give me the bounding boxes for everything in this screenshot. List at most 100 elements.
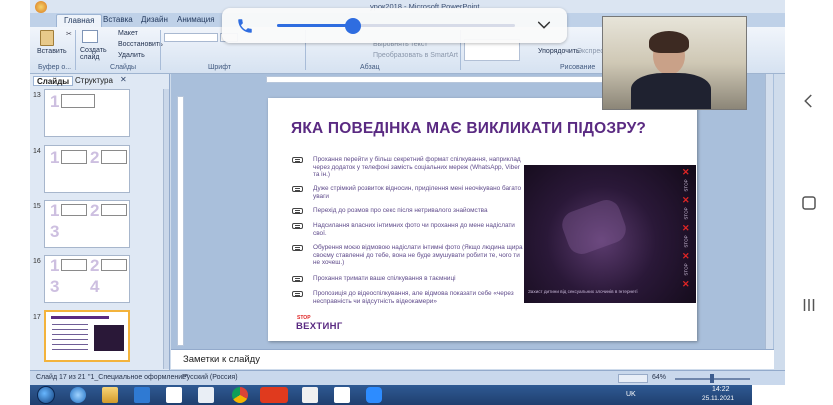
bullet-text: Надсилання власних інтимних фото чи прох… bbox=[313, 222, 515, 237]
slide-counter: Слайд 17 из 21 bbox=[36, 374, 86, 381]
pane-scrollbar[interactable] bbox=[163, 89, 169, 369]
thumb-textbox bbox=[101, 150, 127, 164]
theme-name: "1_Специальное оформление" bbox=[88, 374, 189, 381]
thumb-digit: 4 bbox=[90, 277, 100, 296]
slide-title[interactable]: ЯКА ПОВЕДІНКА МАЄ ВИКЛИКАТИ ПІДОЗРУ? bbox=[291, 120, 646, 138]
thumb-textbox bbox=[101, 259, 127, 271]
tab-outline[interactable]: Структура bbox=[72, 76, 116, 86]
message-icon bbox=[292, 245, 303, 251]
stop-word: STOP bbox=[683, 207, 689, 220]
tab-design[interactable]: Дизайн bbox=[134, 14, 175, 27]
taskbar-date[interactable]: 25.11.2021 bbox=[702, 395, 734, 402]
thumb-textbox bbox=[61, 150, 87, 164]
new-slide-button[interactable]: Создать слайд bbox=[80, 47, 107, 61]
zoom-level[interactable]: 64% bbox=[652, 374, 666, 381]
word-icon[interactable] bbox=[166, 387, 182, 403]
slide-thumbnail-14[interactable]: 1 2 bbox=[44, 145, 130, 193]
group-paragraph: Абзац bbox=[360, 64, 380, 71]
canvas-scrollbar[interactable] bbox=[765, 74, 773, 349]
slide-number: 13 bbox=[33, 92, 41, 99]
document-icon[interactable] bbox=[198, 387, 214, 403]
delete-button[interactable]: Удалить bbox=[118, 52, 145, 59]
thumb-text-lines bbox=[52, 324, 88, 352]
keyboard-language[interactable]: UK bbox=[626, 391, 636, 398]
zoom-app-icon[interactable] bbox=[366, 387, 382, 403]
message-icon bbox=[292, 157, 303, 163]
thumb-textbox bbox=[61, 259, 87, 271]
message-icon bbox=[292, 223, 303, 229]
reset-button[interactable]: Восстановить bbox=[118, 41, 163, 48]
thumb-textbox bbox=[61, 94, 95, 108]
slide-number: 15 bbox=[33, 203, 41, 210]
start-button[interactable] bbox=[37, 386, 55, 404]
x-mark-icon: ✕ bbox=[682, 251, 690, 261]
hand-phone-shape bbox=[558, 196, 630, 258]
slide-number: 14 bbox=[33, 148, 41, 155]
person-body bbox=[631, 73, 711, 109]
vertical-ruler bbox=[177, 96, 184, 346]
group-separator bbox=[75, 30, 76, 70]
back-icon[interactable] bbox=[800, 92, 818, 110]
volume-knob[interactable] bbox=[345, 18, 362, 34]
convert-smartart-button[interactable]: Преобразовать в SmartArt bbox=[373, 52, 458, 59]
chrome-icon[interactable] bbox=[232, 387, 248, 403]
slides-pane: Слайды Структура ✕ 13 1 14 1 2 15 1 3 2 … bbox=[30, 74, 170, 372]
font-name-combo[interactable] bbox=[164, 33, 218, 42]
close-pane-icon[interactable]: ✕ bbox=[120, 75, 127, 84]
slide-thumbnail-15[interactable]: 1 3 2 bbox=[44, 200, 130, 248]
group-font: Шрифт bbox=[208, 64, 232, 71]
call-controls-overlay bbox=[222, 8, 567, 43]
powerpoint-icon[interactable] bbox=[260, 387, 288, 403]
phone-icon[interactable] bbox=[236, 17, 254, 35]
calendar-icon[interactable] bbox=[334, 387, 350, 403]
status-bar: Слайд 17 из 21 "1_Специальное оформление… bbox=[30, 370, 785, 385]
recents-icon[interactable] bbox=[800, 296, 818, 314]
language-indicator[interactable]: Русский (Россия) bbox=[182, 374, 238, 381]
taskbar-time[interactable]: 14:22 bbox=[712, 386, 730, 393]
windows-taskbar: UK 14:22 25.11.2021 bbox=[30, 385, 752, 405]
slide-number: 17 bbox=[33, 314, 41, 321]
chevron-down-icon[interactable] bbox=[536, 17, 552, 33]
tab-slides[interactable]: Слайды bbox=[33, 76, 74, 86]
slide-photo[interactable]: ✕ ✕ ✕ ✕ ✕ STOP STOP STOP STOP Захист дит… bbox=[524, 165, 696, 303]
slide-number: 16 bbox=[33, 258, 41, 265]
media-icon[interactable] bbox=[134, 387, 150, 403]
message-icon bbox=[292, 208, 303, 214]
office-button-icon[interactable] bbox=[35, 1, 47, 13]
home-icon[interactable] bbox=[800, 194, 818, 212]
thumb-digit: 3 bbox=[50, 277, 60, 296]
bullet-text: Перехід до розмов про секс після нетрива… bbox=[313, 207, 488, 214]
arrange-button[interactable]: Упорядочить bbox=[538, 48, 580, 55]
notes-placeholder[interactable]: Заметки к слайду bbox=[183, 354, 260, 365]
thumb-digit: 1 bbox=[50, 148, 60, 167]
thumb-digit: 1 bbox=[50, 92, 60, 111]
tab-animation[interactable]: Анимация bbox=[170, 14, 222, 27]
slide-thumbnail-17[interactable] bbox=[44, 310, 130, 362]
group-clipboard: Буфер о... bbox=[38, 64, 72, 71]
explorer-icon[interactable] bbox=[102, 387, 118, 403]
view-buttons[interactable] bbox=[618, 374, 648, 383]
thumb-photo bbox=[94, 325, 124, 351]
app-icon[interactable] bbox=[302, 387, 318, 403]
message-icon bbox=[292, 276, 303, 282]
clipboard-icon bbox=[40, 30, 54, 46]
thumb-textbox bbox=[61, 204, 87, 216]
layout-button[interactable]: Макет bbox=[118, 30, 138, 37]
slide-thumbnail-16[interactable]: 1 3 2 4 bbox=[44, 255, 130, 303]
zoom-slider-thumb[interactable] bbox=[710, 374, 714, 383]
slide-thumbnail-13[interactable]: 1 bbox=[44, 89, 130, 137]
x-mark-icon: ✕ bbox=[682, 223, 690, 233]
message-icon bbox=[292, 186, 303, 192]
scissors-icon[interactable]: ✂ bbox=[66, 30, 73, 38]
group-drawing: Рисование bbox=[560, 64, 596, 71]
ie-icon[interactable] bbox=[70, 387, 86, 403]
webcam-preview[interactable] bbox=[602, 16, 747, 110]
current-slide[interactable]: ЯКА ПОВЕДІНКА МАЄ ВИКЛИКАТИ ПІДОЗРУ? Про… bbox=[268, 98, 697, 341]
message-icon bbox=[292, 291, 303, 297]
volume-slider[interactable] bbox=[277, 24, 515, 27]
screen-left-edge bbox=[0, 0, 30, 405]
stop-word: STOP bbox=[683, 235, 689, 248]
bullet-text: Обурення моєю відмовою надіслати інтимні… bbox=[313, 244, 528, 267]
notes-pane[interactable]: Заметки к слайду bbox=[171, 349, 774, 369]
paste-button[interactable]: Вставить bbox=[37, 48, 67, 55]
